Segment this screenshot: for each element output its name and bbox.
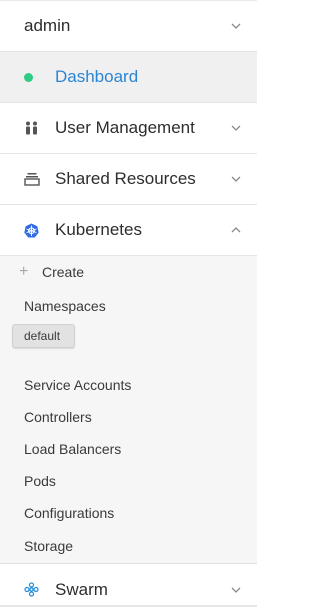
- sidebar-item-dashboard[interactable]: Dashboard: [0, 52, 257, 103]
- account-menu[interactable]: admin: [0, 0, 257, 52]
- status-dot-icon: [24, 72, 44, 82]
- sidebar-item-label: Storage: [24, 538, 74, 554]
- bottom-divider: [0, 605, 257, 607]
- sidebar-item-label: Kubernetes: [55, 220, 142, 239]
- chevron-down-icon: [231, 174, 241, 184]
- namespace-select-wrapper: default: [0, 324, 257, 358]
- sidebar-item-storage[interactable]: Storage: [0, 529, 257, 563]
- submenu-spacer: [0, 358, 257, 369]
- kubernetes-submenu: + Create Namespaces default Service Acco…: [0, 256, 257, 564]
- sidebar-item-configurations[interactable]: Configurations: [0, 497, 257, 529]
- users-icon: [24, 121, 44, 135]
- sidebar-item-label: Swarm: [55, 579, 108, 599]
- sidebar-item-label: Load Balancers: [24, 441, 122, 457]
- sidebar-item-kubernetes[interactable]: Kubernetes: [0, 205, 257, 256]
- namespaces-label: Namespaces: [24, 298, 106, 314]
- sidebar: admin Dashboard User Management Shared R…: [0, 0, 257, 612]
- sidebar-item-label: User Management: [55, 118, 195, 137]
- sidebar-item-label: Service Accounts: [24, 377, 132, 393]
- chevron-up-icon: [231, 225, 241, 235]
- chevron-down-icon: [231, 21, 241, 31]
- swarm-icon: [24, 582, 44, 597]
- sidebar-item-label: Configurations: [24, 505, 115, 521]
- sidebar-item-user-management[interactable]: User Management: [0, 103, 257, 154]
- sidebar-item-label: Pods: [24, 473, 56, 489]
- chevron-down-icon: [231, 123, 241, 133]
- sidebar-item-label: Dashboard: [55, 67, 139, 86]
- plus-icon: +: [19, 263, 29, 280]
- account-name: admin: [24, 16, 71, 35]
- namespace-select[interactable]: default: [12, 324, 75, 348]
- sidebar-item-label: Shared Resources: [55, 169, 196, 188]
- sidebar-item-load-balancers[interactable]: Load Balancers: [0, 433, 257, 465]
- sidebar-item-label: Controllers: [24, 409, 92, 425]
- kubernetes-icon: [24, 223, 44, 238]
- sidebar-item-shared-resources[interactable]: Shared Resources: [0, 154, 257, 205]
- sidebar-item-service-accounts[interactable]: Service Accounts: [0, 369, 257, 401]
- create-label: Create: [42, 264, 85, 280]
- sidebar-item-controllers[interactable]: Controllers: [0, 401, 257, 433]
- sidebar-item-namespaces[interactable]: Namespaces: [0, 288, 257, 324]
- create-button[interactable]: + Create: [0, 256, 257, 288]
- chevron-down-icon: [231, 585, 241, 595]
- sidebar-item-swarm[interactable]: Swarm: [0, 564, 257, 615]
- sidebar-item-pods[interactable]: Pods: [0, 465, 257, 497]
- stack-icon: [24, 172, 44, 186]
